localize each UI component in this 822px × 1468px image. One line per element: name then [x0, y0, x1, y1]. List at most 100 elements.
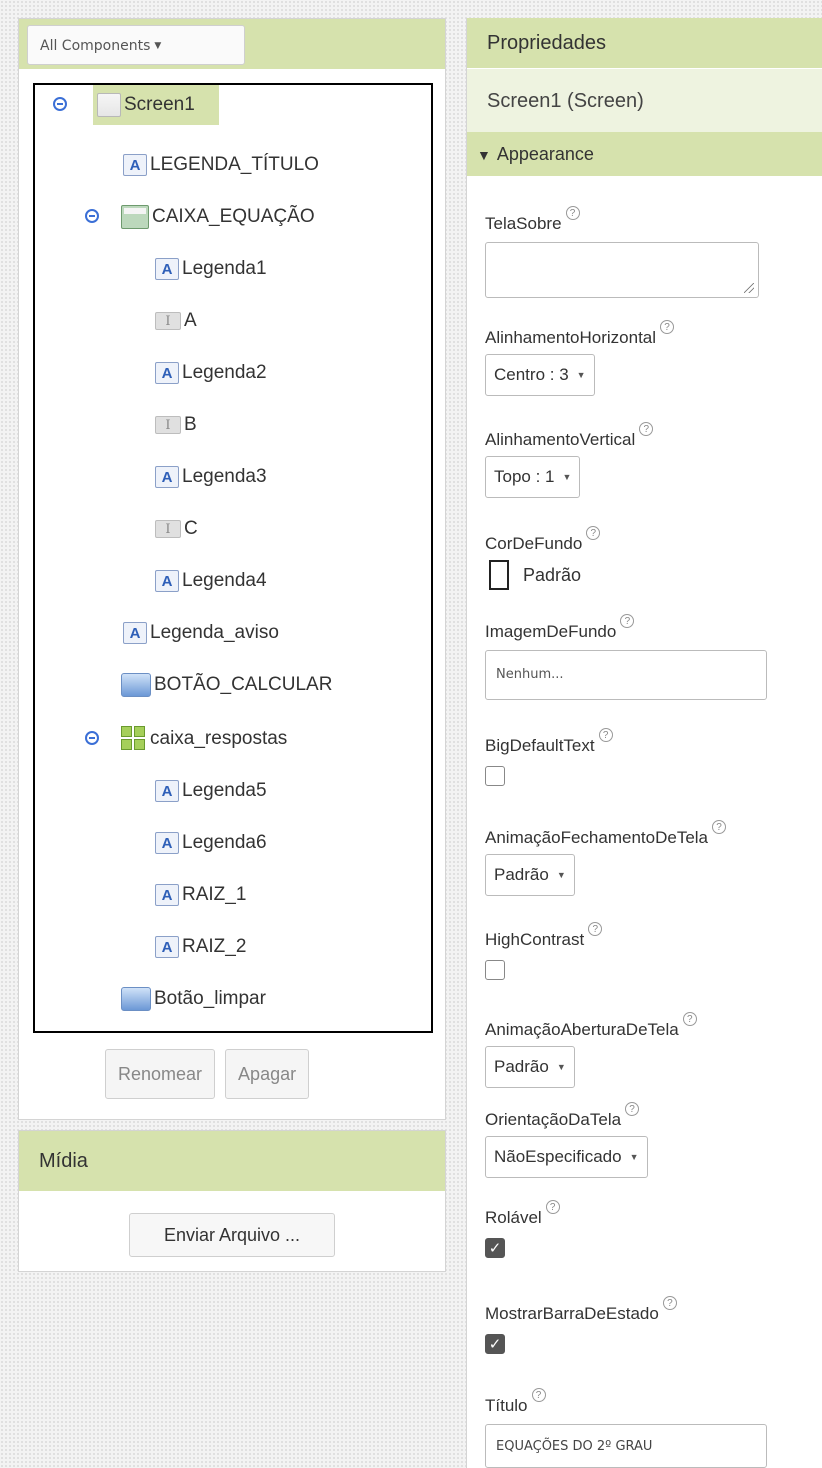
property-about-screen: TelaSobre? [485, 206, 759, 298]
tree-item-label: A [184, 310, 197, 331]
property-label: Rolável [485, 1208, 542, 1227]
tree-item-label: CAIXA_EQUAÇÃO [152, 206, 315, 227]
tree-item-legenda-titulo[interactable]: A LEGENDA_TÍTULO [123, 145, 319, 185]
tree-item-label: Botão_limpar [154, 988, 266, 1009]
help-icon[interactable]: ? [639, 422, 654, 436]
property-label: AnimaçãoAberturaDeTela [485, 1020, 679, 1039]
align-horizontal-select[interactable]: Centro : 3 ▼ [485, 354, 595, 396]
tree-item-label: Legenda2 [182, 362, 267, 383]
property-label: CorDeFundo [485, 534, 583, 553]
tree-item-a[interactable]: I A [155, 301, 197, 341]
tree-item-label: Legenda4 [182, 570, 267, 591]
property-open-animation: AnimaçãoAberturaDeTela? Padrão ▼ [485, 1012, 697, 1088]
help-icon[interactable]: ? [662, 1296, 677, 1310]
table-arrangement-icon [121, 726, 147, 752]
tree-item-legenda5[interactable]: A Legenda5 [155, 771, 267, 811]
property-show-status-bar: MostrarBarraDeEstado? ✓ [485, 1296, 677, 1354]
open-animation-select[interactable]: Padrão ▼ [485, 1046, 575, 1088]
help-icon[interactable]: ? [531, 1388, 546, 1402]
color-swatch [489, 560, 509, 590]
screen-icon [97, 93, 121, 117]
delete-button[interactable]: Apagar [225, 1049, 310, 1099]
high-contrast-checkbox[interactable] [485, 960, 505, 980]
tree-item-legenda3[interactable]: A Legenda3 [155, 457, 267, 497]
help-icon[interactable]: ? [598, 728, 613, 742]
help-icon[interactable]: ? [586, 526, 601, 540]
appearance-group-header[interactable]: ▼ Appearance [467, 132, 822, 176]
title-input[interactable]: EQUAÇÕES DO 2º GRAU [485, 1424, 767, 1468]
align-vertical-select[interactable]: Topo : 1 ▼ [485, 456, 581, 498]
property-screen-orientation: OrientaçãoDaTela? NãoEspecificado ▼ [485, 1102, 648, 1178]
component-tree: Screen1 A LEGENDA_TÍTULO CAIXA_EQUAÇÃO A… [33, 83, 433, 1033]
tree-item-label: Legenda3 [182, 466, 267, 487]
collapse-triangle-icon: ▼ [477, 147, 491, 163]
media-title: Mídia [19, 1131, 445, 1191]
property-label: AlinhamentoVertical [485, 430, 636, 449]
screen-orientation-select[interactable]: NãoEspecificado ▼ [485, 1136, 648, 1178]
textbox-icon: I [155, 312, 181, 330]
property-label: HighContrast [485, 930, 585, 949]
components-filter-dropdown[interactable]: All Components ▼ [27, 25, 245, 65]
help-icon[interactable]: ? [620, 614, 635, 628]
show-status-bar-checkbox[interactable]: ✓ [485, 1334, 505, 1354]
label-icon: A [155, 466, 179, 488]
close-animation-select[interactable]: Padrão ▼ [485, 854, 575, 896]
button-icon [121, 987, 151, 1011]
tree-item-legenda4[interactable]: A Legenda4 [155, 561, 267, 601]
help-icon[interactable]: ? [565, 206, 580, 220]
property-scrollable: Rolável? ✓ [485, 1200, 560, 1258]
property-title: Título? EQUAÇÕES DO 2º GRAU [485, 1388, 767, 1468]
tree-item-b[interactable]: I B [155, 405, 197, 445]
tree-item-c[interactable]: I C [155, 509, 198, 549]
collapse-screen1-icon[interactable] [53, 97, 67, 111]
collapse-caixa-respostas-icon[interactable] [85, 731, 99, 745]
rename-button[interactable]: Renomear [105, 1049, 216, 1099]
about-screen-textarea[interactable] [485, 242, 759, 298]
properties-panel: Propriedades Screen1 (Screen) ▼ Appearanc… [466, 18, 822, 1468]
tree-item-botao-limpar[interactable]: Botão_limpar [121, 979, 266, 1019]
label-icon: A [155, 884, 179, 906]
label-icon: A [155, 362, 179, 384]
properties-title: Propriedades [467, 18, 822, 68]
help-icon[interactable]: ? [588, 922, 603, 936]
property-label: AnimaçãoFechamentoDeTela [485, 828, 709, 847]
big-default-text-checkbox[interactable] [485, 766, 505, 786]
chevron-down-icon: ▼ [562, 472, 572, 482]
tree-item-legenda1[interactable]: A Legenda1 [155, 249, 267, 289]
chevron-down-icon: ▼ [154, 41, 162, 51]
tree-item-label: Screen1 [124, 94, 195, 115]
property-label: MostrarBarraDeEstado [485, 1304, 659, 1323]
tree-item-legenda-aviso[interactable]: A Legenda_aviso [123, 613, 279, 653]
property-label: Título [485, 1396, 528, 1415]
chevron-down-icon: ▼ [556, 1062, 566, 1072]
tree-item-legenda6[interactable]: A Legenda6 [155, 823, 267, 863]
help-icon[interactable]: ? [625, 1102, 640, 1116]
background-image-picker[interactable]: Nenhum... [485, 650, 767, 700]
label-icon: A [123, 622, 147, 644]
tree-item-label: Legenda5 [182, 780, 267, 801]
help-icon[interactable]: ? [660, 320, 675, 334]
app-inventor-designer: All Components ▼ Screen1 A LEGENDA_TÍTULO… [0, 0, 822, 1468]
scrollable-checkbox[interactable]: ✓ [485, 1238, 505, 1258]
collapse-caixa-equacao-icon[interactable] [85, 209, 99, 223]
tree-item-raiz-2[interactable]: A RAIZ_2 [155, 927, 246, 967]
tree-item-legenda2[interactable]: A Legenda2 [155, 353, 267, 393]
help-icon[interactable]: ? [682, 1012, 697, 1026]
label-icon: A [155, 780, 179, 802]
background-color-picker[interactable]: Padrão [485, 560, 600, 590]
tree-item-label: BOTÃO_CALCULAR [154, 674, 333, 695]
help-icon[interactable]: ? [712, 820, 727, 834]
label-icon: A [155, 258, 179, 280]
tree-item-raiz-1[interactable]: A RAIZ_1 [155, 875, 246, 915]
tree-item-screen1[interactable]: Screen1 [93, 85, 219, 125]
horizontal-arrangement-icon [121, 205, 149, 229]
help-icon[interactable]: ? [545, 1200, 560, 1214]
tree-item-caixa-respostas[interactable]: caixa_respostas [121, 719, 287, 759]
upload-file-button[interactable]: Enviar Arquivo ... [129, 1213, 335, 1257]
property-label: AlinhamentoHorizontal [485, 328, 657, 347]
label-icon: A [155, 570, 179, 592]
tree-item-caixa-equacao[interactable]: CAIXA_EQUAÇÃO [121, 197, 315, 237]
property-high-contrast: HighContrast? [485, 922, 603, 980]
tree-item-botao-calcular[interactable]: BOTÃO_CALCULAR [121, 665, 332, 705]
label-icon: A [155, 936, 179, 958]
